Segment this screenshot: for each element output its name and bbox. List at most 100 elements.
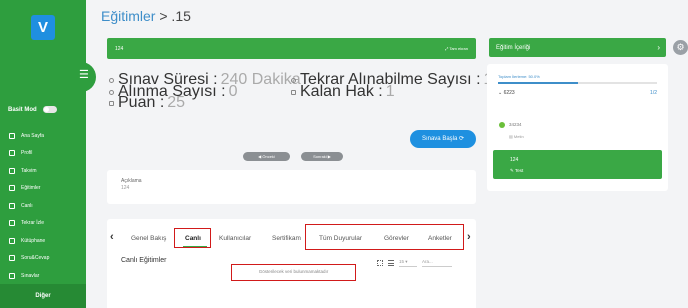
sidebar-item-qa[interactable]: Soru&Cevap	[9, 250, 49, 268]
course-content-title: Eğitim İçeriği	[496, 45, 531, 51]
chevron-right-icon: ›	[657, 43, 660, 52]
unit-count: 1/2	[650, 90, 657, 96]
active-item-type: ✎ Test	[510, 168, 524, 173]
active-item-type-label: Test	[514, 168, 524, 173]
clock-icon	[109, 77, 114, 83]
sparkle-icon	[291, 89, 296, 95]
live-trainings-title: Canlı Eğitimler	[121, 257, 167, 264]
next-label: Sonraki	[313, 154, 327, 159]
description-title: Açıklama	[121, 178, 142, 184]
content-item-type-label: Metin	[513, 134, 524, 139]
check-icon	[499, 122, 505, 128]
taken-count-value: 0	[228, 83, 238, 100]
progress-label: Toplam İlerleme: 50.0%	[498, 74, 540, 79]
description-card: Açıklama 124	[107, 170, 476, 204]
home-icon	[9, 132, 15, 139]
progress-bar	[498, 82, 657, 84]
page-size-value: 15	[399, 259, 405, 264]
tab-overview[interactable]: Genel Bakış	[131, 235, 166, 242]
course-content-bar[interactable]: Eğitim İçeriği ›	[489, 38, 666, 57]
sidebar-item-exams[interactable]: Sınavlar	[9, 267, 49, 285]
tabs-card: ‹ Genel Bakış Canlı Kullanıcılar Sertifi…	[107, 219, 476, 308]
tabs-prev-arrow[interactable]: ‹	[110, 231, 114, 243]
sidebar-item-live[interactable]: Canlı	[9, 197, 49, 215]
simple-mode-toggle[interactable]	[42, 106, 57, 113]
sidebar-item-label: Kütüphane	[21, 237, 46, 244]
highlight-empty-message	[231, 264, 356, 281]
sidebar-collapse-toggle[interactable]: ☰	[74, 62, 96, 92]
sidebar-item-label: Soru&Cevap	[21, 255, 50, 262]
page-title: Eğitimler > .15	[101, 8, 191, 24]
simple-mode-row: Basit Mod	[8, 106, 57, 113]
progress-fill	[498, 82, 578, 84]
sidebar: V Basit Mod Ana Sayfa Profil Takvim Eğit…	[0, 0, 86, 308]
content-item-type: ▤ Metin	[509, 134, 524, 139]
sidebar-item-profile[interactable]: Profil	[9, 145, 49, 163]
sidebar-item-library[interactable]: Kütüphane	[9, 232, 49, 250]
sidebar-item-label: Tekrar İzle	[21, 220, 45, 227]
points-value: 25	[167, 94, 186, 111]
question-icon	[9, 255, 15, 262]
remaining-rights-label: Kalan Hak :	[300, 83, 383, 100]
previous-label: Önceki	[262, 154, 275, 159]
next-button[interactable]: Sonraki ▶	[301, 152, 343, 161]
highlight-extra-tabs	[305, 224, 464, 250]
description-value: 124	[121, 185, 130, 191]
library-icon	[9, 237, 15, 244]
calendar-icon	[9, 167, 15, 174]
trophy-icon	[109, 100, 114, 106]
refresh-icon	[291, 77, 296, 83]
book-icon	[9, 185, 15, 192]
sidebar-item-label: Eğitimler	[21, 185, 41, 192]
remaining-rights-value: 1	[385, 83, 395, 100]
course-header-bar: 124 ⤢ Tam ekran	[107, 38, 476, 59]
fullscreen-label: Tam ekran	[449, 46, 468, 51]
previous-button[interactable]: ◀ Önceki	[243, 152, 290, 161]
page-size-select[interactable]: 15 ▾	[399, 259, 417, 267]
tab-certificate[interactable]: Sertifikam	[272, 235, 301, 242]
sidebar-item-label: Canlı	[21, 202, 33, 209]
highlight-live-tab	[174, 228, 211, 248]
exam-icon	[9, 272, 15, 279]
list-view-icon[interactable]	[388, 260, 394, 266]
tabs-next-arrow[interactable]: ›	[467, 231, 471, 243]
sidebar-item-calendar[interactable]: Takvim	[9, 162, 49, 180]
breadcrumb-current: > .15	[159, 8, 191, 24]
chevron-down-icon: ⌄	[498, 90, 503, 96]
user-icon	[9, 150, 15, 157]
search-input[interactable]: Ara...	[422, 259, 452, 267]
start-exam-label: Sınava Başla	[421, 136, 458, 142]
course-code: 124	[115, 46, 124, 52]
tab-users[interactable]: Kullanıcılar	[219, 235, 251, 242]
gear-icon[interactable]: ⚙	[673, 40, 688, 55]
fullscreen-button[interactable]: ⤢ Tam ekran	[445, 46, 468, 51]
sidebar-footer-other[interactable]: Diğer	[0, 284, 86, 308]
sidebar-nav: Ana Sayfa Profil Takvim Eğitimler Canlı …	[9, 127, 49, 285]
active-item-title: 124	[510, 157, 519, 163]
replay-icon	[9, 220, 15, 227]
unit-title: 6223	[503, 90, 515, 96]
content-item-title: 34234	[509, 122, 522, 128]
video-icon	[9, 202, 15, 209]
sidebar-item-label: Takvim	[21, 167, 37, 174]
menu-icon: ☰	[79, 69, 89, 81]
grid-view-icon[interactable]	[377, 260, 383, 266]
sidebar-item-replay[interactable]: Tekrar İzle	[9, 215, 49, 233]
content-item[interactable]: 34234	[499, 122, 522, 128]
breadcrumb-section[interactable]: Eğitimler	[101, 8, 155, 24]
sidebar-item-label: Profil	[21, 150, 33, 157]
start-exam-button[interactable]: Sınava Başla ⟳	[410, 130, 476, 148]
sidebar-item-home[interactable]: Ana Sayfa	[9, 127, 49, 145]
points: Puan :25	[109, 94, 185, 112]
sidebar-item-label: Ana Sayfa	[21, 132, 45, 139]
table-tools: 15 ▾ Ara...	[377, 259, 452, 267]
search-placeholder: Ara...	[422, 259, 433, 264]
remaining-rights: Kalan Hak :1	[291, 83, 395, 101]
content-item-active[interactable]: 124 ✎ Test	[493, 150, 662, 179]
unit-row[interactable]: ⌄ 6223 1/2	[498, 90, 657, 96]
sidebar-item-label: Sınavlar	[21, 272, 40, 279]
app-logo[interactable]: V	[31, 15, 55, 40]
sidebar-item-trainings[interactable]: Eğitimler	[9, 180, 49, 198]
points-label: Puan :	[118, 94, 165, 111]
simple-mode-label: Basit Mod	[8, 106, 37, 113]
